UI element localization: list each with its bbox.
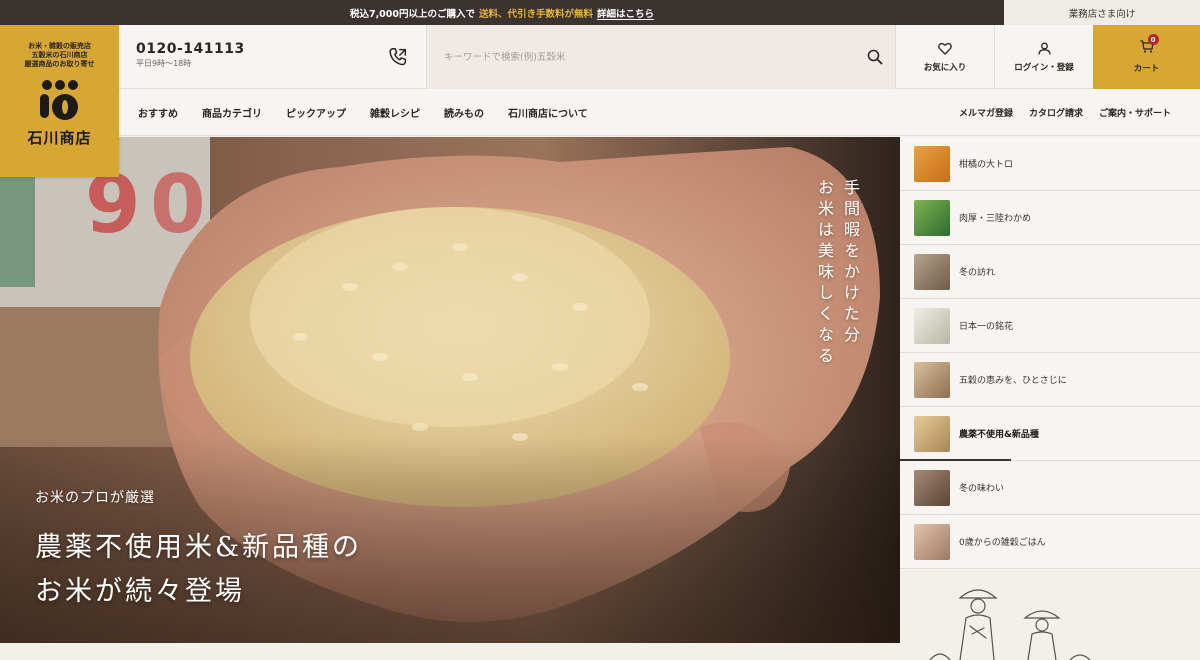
search-bar xyxy=(426,25,896,89)
free-shipping-highlight: 送料、代引き手数料が無料 xyxy=(479,8,594,20)
slide-label: 農薬不使用&新品種 xyxy=(959,430,1039,440)
nav-item-articles[interactable]: 読みもの xyxy=(444,105,484,120)
hero-eyebrow: お米のプロが厳選 xyxy=(35,490,155,506)
hero-rice-hands-image: 9 0 xyxy=(0,137,900,643)
slide-thumbnail xyxy=(914,523,950,560)
nav-item-support[interactable]: ご案内・サポート xyxy=(1099,106,1171,119)
hero-title-line-1: 農薬不使用米&新品種の xyxy=(35,532,363,563)
site-logo[interactable]: お米・雑穀の販売店 五穀米の石川商店 厳選商品のお取り寄せ 石川商店 xyxy=(0,25,119,177)
slide-label: 冬の味わい xyxy=(959,484,1005,494)
phone-contact[interactable]: 0120-141113 平日9時～18時 xyxy=(136,41,245,69)
main-navigation: おすすめ 商品カテゴリ ピックアップ 雑穀レシピ 読みもの 石川商店について メ… xyxy=(119,89,1200,136)
cart-count-badge: 0 xyxy=(1147,34,1159,45)
logo-tagline-line: 五穀米の石川商店 xyxy=(31,51,88,59)
farmers-illustration xyxy=(929,589,1091,660)
slide-thumbnail xyxy=(914,145,950,182)
logo-tagline: お米・雑穀の販売店 五穀米の石川商店 厳選商品のお取り寄せ xyxy=(25,42,95,69)
shipping-notice-text: 税込7,000円以上のご購入で xyxy=(349,8,476,20)
slide-item-active[interactable]: 農薬不使用&新品種 xyxy=(900,407,1200,461)
slide-thumbnail xyxy=(914,469,950,506)
nav-item-recommended[interactable]: おすすめ xyxy=(138,105,178,120)
slide-label: 冬の訪れ xyxy=(959,268,996,278)
search-input[interactable] xyxy=(444,46,844,68)
hero-slide-list: 柑橘の大トロ 肉厚・三陸わかめ 冬の訪れ 日本一の銘花 五穀の恵みを、ひとさじに… xyxy=(900,137,1200,570)
hero-vertical-copy-2: お米は美味しくなる xyxy=(815,179,834,368)
favorites-label: お気に入り xyxy=(923,62,967,73)
login-button[interactable]: ログイン・登録 xyxy=(995,25,1094,89)
nav-item-about[interactable]: 石川商店について xyxy=(508,105,588,120)
login-label: ログイン・登録 xyxy=(1014,62,1074,73)
slide-label: 五穀の恵みを、ひとさじに xyxy=(959,376,1067,386)
page-bottom-strip xyxy=(0,643,900,660)
phone-icon[interactable] xyxy=(387,46,409,68)
slide-thumbnail xyxy=(914,415,950,452)
heart-icon xyxy=(938,42,952,55)
hero-banner[interactable]: 9 0 手間暇をかけた分 お米は美味しくなる お米のプロが厳選 農薬不使用米&新… xyxy=(0,137,900,643)
logo-tagline-line: お米・雑穀の販売店 xyxy=(28,42,91,50)
slide-item[interactable]: 日本一の銘花 xyxy=(900,299,1200,353)
logo-tagline-line: 厳選商品のお取り寄せ xyxy=(24,60,95,68)
slide-item[interactable]: 五穀の恵みを、ひとさじに xyxy=(900,353,1200,407)
search-button[interactable] xyxy=(864,46,886,68)
slide-item[interactable]: 0歳からの雑穀ごはん xyxy=(900,515,1200,569)
search-icon xyxy=(867,49,883,65)
phone-number[interactable]: 0120-141113 xyxy=(136,41,245,57)
slide-item[interactable]: 冬の訪れ xyxy=(900,245,1200,299)
phone-hours: 平日9時～18時 xyxy=(136,59,192,68)
nav-item-recipes[interactable]: 雑穀レシピ xyxy=(370,105,420,120)
secondary-nav: メルマガ登録 カタログ請求 ご案内・サポート xyxy=(959,89,1171,136)
slide-thumbnail xyxy=(914,253,950,290)
nav-item-pickup[interactable]: ピックアップ xyxy=(286,105,346,120)
slide-label: 日本一の銘花 xyxy=(959,322,1014,332)
hero-title-line-2: お米が続々登場 xyxy=(35,576,245,607)
cart-icon-wrap: 0 xyxy=(1140,34,1159,56)
slide-label: 柑橘の大トロ xyxy=(959,160,1014,170)
slide-label: 0歳からの雑穀ごはん xyxy=(959,538,1046,548)
slide-item[interactable]: 肉厚・三陸わかめ xyxy=(900,191,1200,245)
rice-mark-logo-icon xyxy=(39,80,78,120)
announcement-bar: 税込7,000円以上のご購入で 送料、代引き手数料が無料 詳細はこちら 業務店さ… xyxy=(0,0,1200,25)
slide-thumbnail xyxy=(914,199,950,236)
store-name: 石川商店 xyxy=(27,129,92,147)
slide-thumbnail xyxy=(914,307,950,344)
favorites-button[interactable]: お気に入り xyxy=(896,25,995,89)
business-customers-link[interactable]: 業務店さま向け xyxy=(1004,0,1200,25)
primary-nav: おすすめ 商品カテゴリ ピックアップ 雑穀レシピ 読みもの 石川商店について xyxy=(138,89,588,136)
cart-button[interactable]: 0 カート xyxy=(1093,25,1200,89)
cart-label: カート xyxy=(1133,64,1160,74)
site-header: 0120-141113 平日9時～18時 お気に入り ログイン・登録 xyxy=(119,25,1200,89)
nav-item-categories[interactable]: 商品カテゴリ xyxy=(202,105,262,120)
slide-item[interactable]: 冬の味わい xyxy=(900,461,1200,515)
details-link[interactable]: 詳細はこちら xyxy=(597,6,654,20)
slide-thumbnail xyxy=(914,361,950,398)
slide-item[interactable]: 柑橘の大トロ xyxy=(900,137,1200,191)
hero-vertical-copy-1: 手間暇をかけた分 xyxy=(841,179,860,347)
user-icon xyxy=(1037,42,1051,55)
slide-label: 肉厚・三陸わかめ xyxy=(959,214,1032,224)
nav-item-catalog[interactable]: カタログ請求 xyxy=(1029,106,1083,119)
shipping-notice[interactable]: 税込7,000円以上のご購入で 送料、代引き手数料が無料 詳細はこちら xyxy=(0,0,1004,25)
nav-item-newsletter[interactable]: メルマガ登録 xyxy=(959,106,1013,119)
